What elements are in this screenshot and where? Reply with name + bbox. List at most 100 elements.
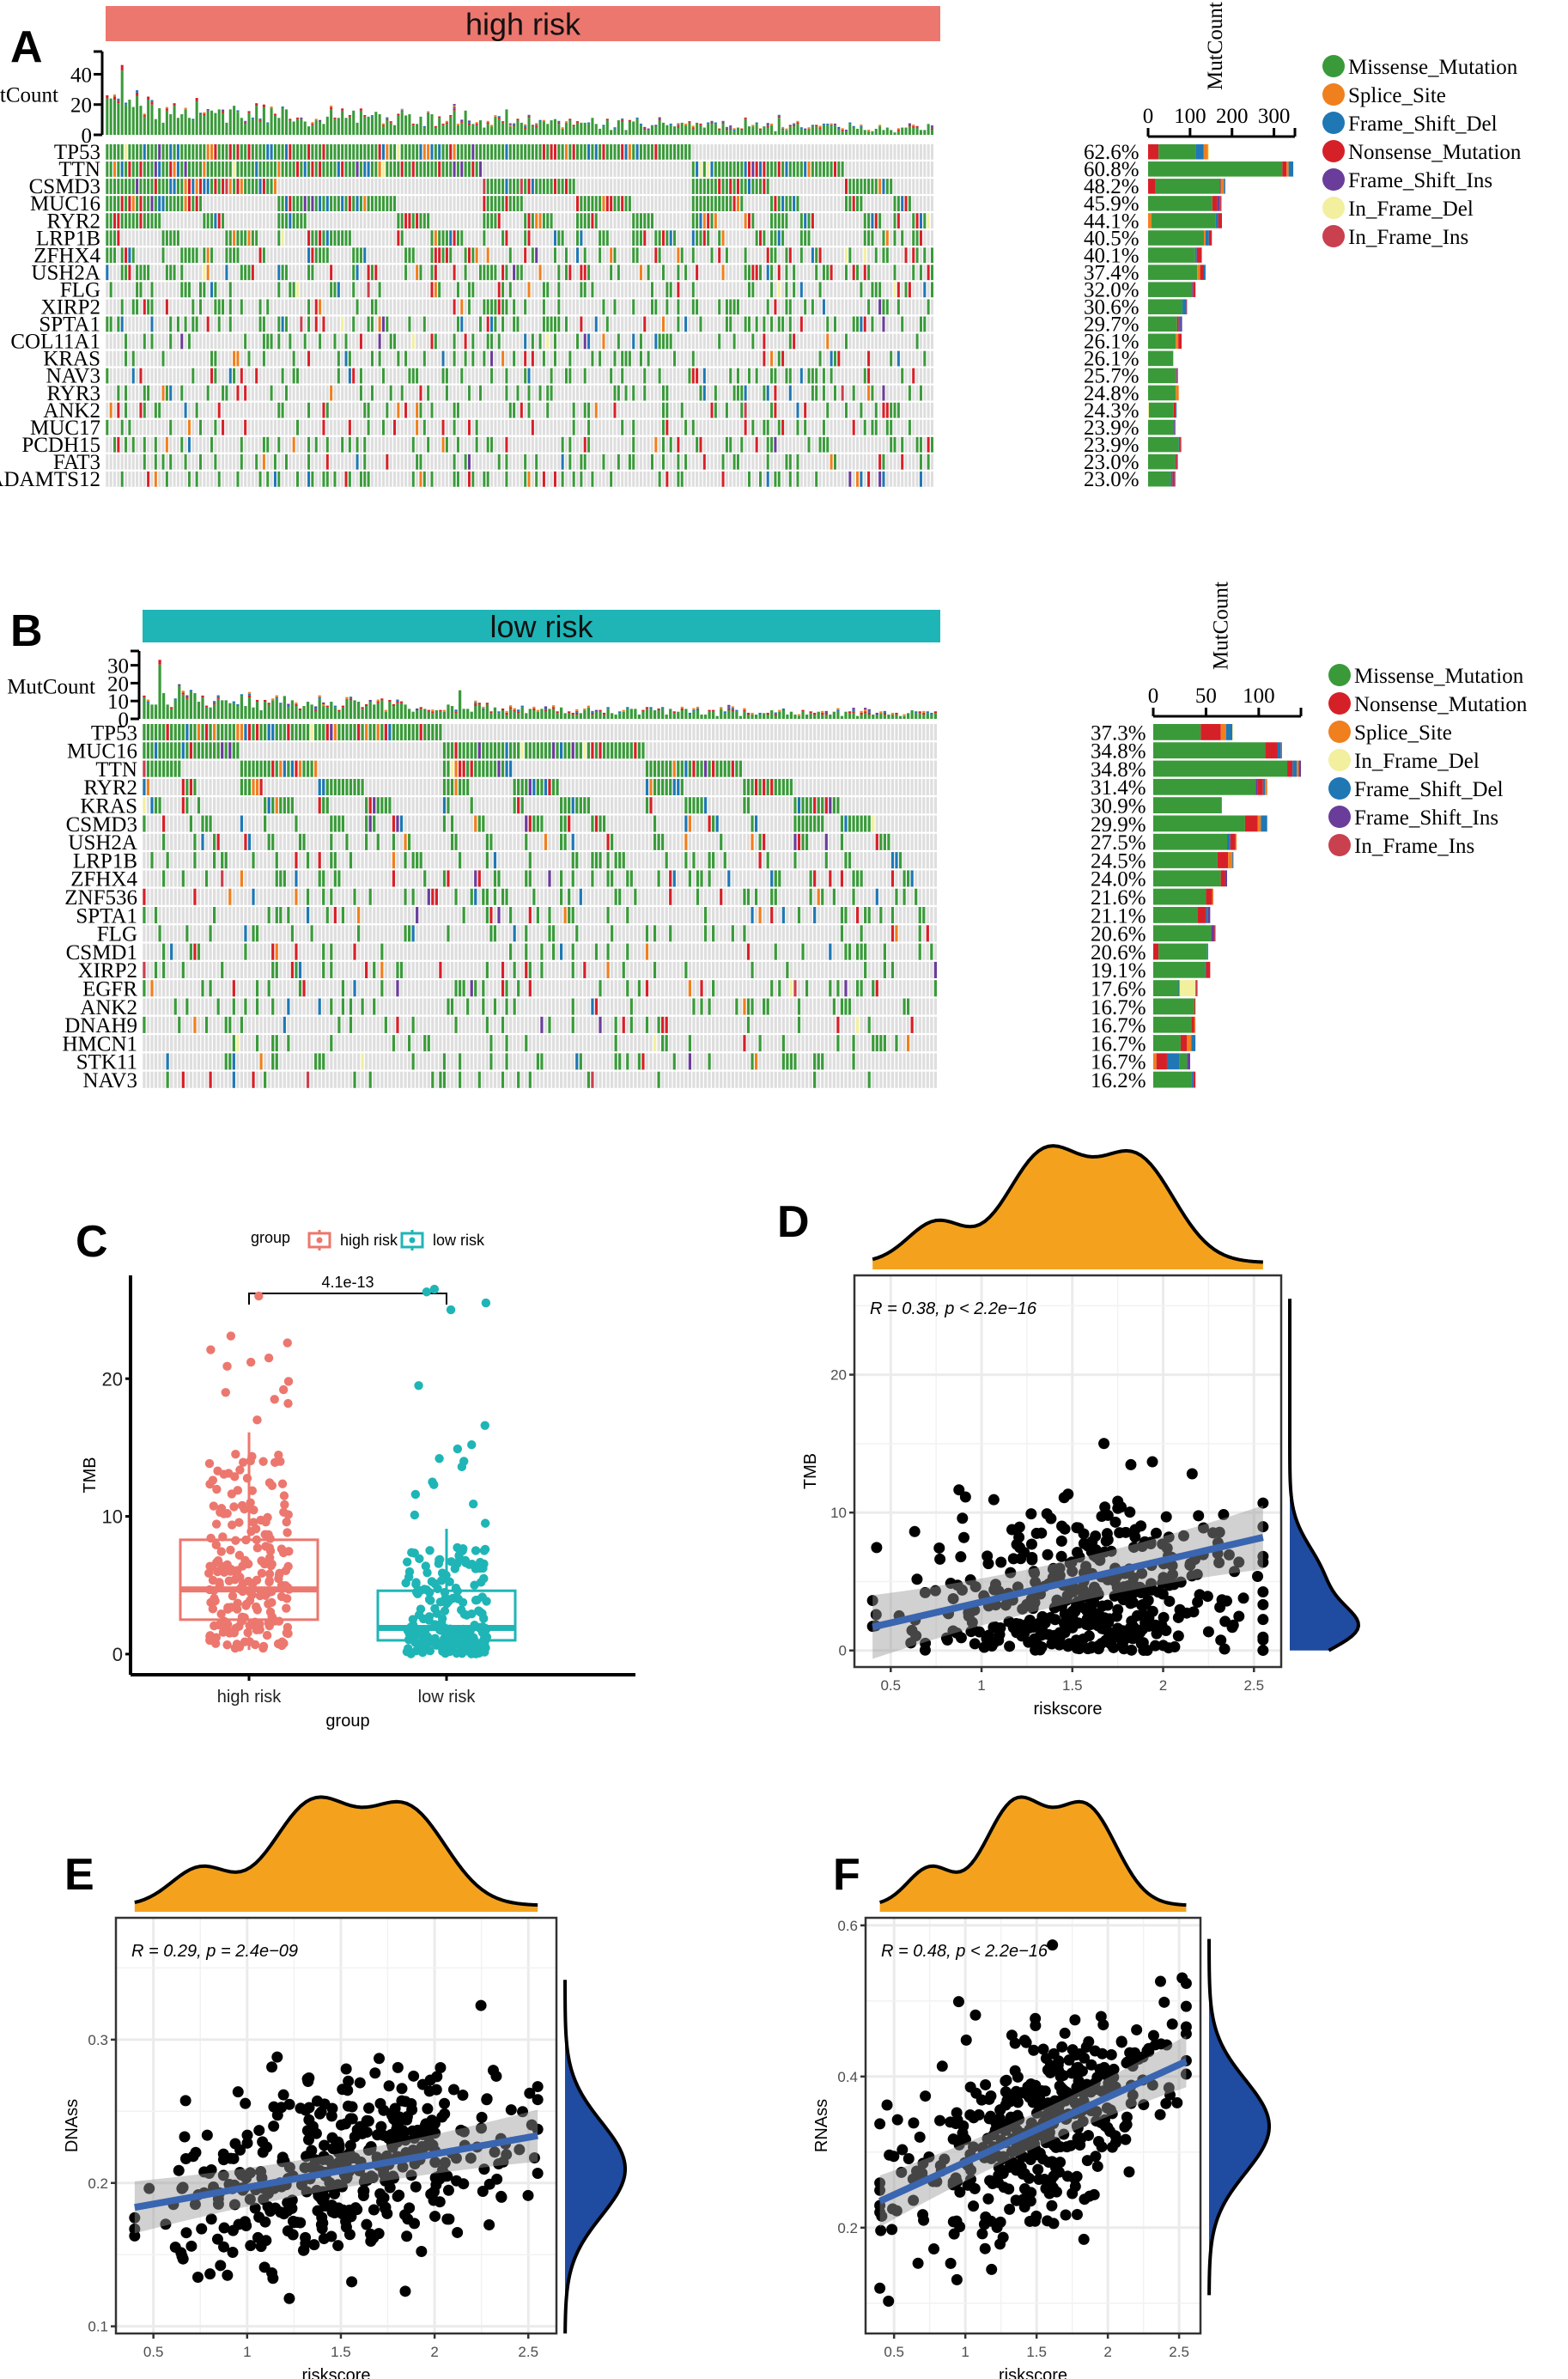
mutation-cell [161,161,165,177]
mutation-cell [125,385,128,401]
empty-cell [830,144,833,160]
empty-cell [131,419,135,435]
empty-cell [225,299,228,315]
empty-cell [896,247,900,264]
empty-cell [289,316,292,332]
empty-cell [244,471,247,487]
mutation-cell [923,282,927,298]
empty-cell [154,282,157,298]
empty-cell [583,419,586,435]
empty-cell [542,453,545,470]
gene-bar-segment [1148,436,1179,453]
mutation-cell [203,179,206,194]
mutation-cell [807,436,811,453]
mutation-cell [594,144,598,160]
empty-cell [830,419,833,435]
sample-bar-segment [755,122,758,125]
empty-cell [516,299,520,315]
empty-cell [710,368,714,384]
mutation-cell [508,247,512,264]
sample-bar-segment [871,131,874,135]
empty-cell [799,419,803,435]
mutation-cell [635,213,639,229]
empty-cell [381,385,386,401]
sample-bar-segment [184,107,187,110]
empty-cell [576,179,580,194]
empty-cell [896,144,900,160]
empty-cell [214,265,217,281]
empty-cell [270,453,273,470]
empty-cell [643,471,647,487]
mutation-cell [434,144,437,160]
mutation-cell [225,265,228,281]
empty-cell [535,265,538,281]
empty-cell [206,282,210,298]
mutation-cell [785,299,788,315]
mutation-cell [180,196,184,211]
empty-cell [602,161,605,177]
empty-cell [445,316,448,332]
empty-cell [807,179,811,194]
mutation-cell [467,282,471,298]
empty-cell [796,265,799,281]
mutation-cell [165,161,168,177]
mutation-cell [702,368,706,384]
mutation-cell [684,144,688,160]
mutation-cell [908,385,911,401]
mutation-cell [527,402,531,418]
empty-cell [901,299,904,315]
mutation-cell [136,179,139,194]
mutation-cell [516,196,520,211]
mutation-cell [281,213,284,229]
empty-cell [427,282,430,298]
mutation-cell [677,316,680,332]
empty-cell [333,419,337,435]
empty-cell [702,316,706,332]
mutation-cell [486,316,489,332]
mutation-cell [180,247,184,264]
empty-cell [736,333,739,350]
empty-cell [333,368,337,384]
sample-bar-segment [112,100,117,135]
mutation-cell [576,213,580,229]
empty-cell [591,161,594,177]
empty-cell [669,179,672,194]
mutation-cell [460,368,464,384]
mutation-cell [233,179,236,194]
mutation-cell [143,436,146,453]
mutation-cell [445,247,448,264]
empty-cell [841,402,844,418]
empty-cell [378,179,381,194]
empty-cell [128,385,131,401]
empty-cell [173,368,176,384]
mutation-cell [411,213,415,229]
mutation-cell [822,265,825,281]
empty-cell [747,333,751,350]
empty-cell [381,282,386,298]
sample-bar-segment [777,118,781,135]
empty-cell [520,385,523,401]
empty-cell [751,368,755,384]
empty-cell [416,179,419,194]
empty-cell [557,368,561,384]
empty-cell [513,419,516,435]
mutation-cell [169,453,173,470]
empty-cell [467,316,471,332]
empty-cell [699,368,702,384]
mutation-cell [691,230,695,246]
empty-cell [799,471,803,487]
empty-cell [191,333,195,350]
mutation-cell [374,299,378,315]
mutation-cell [303,333,307,350]
empty-cell [520,436,523,453]
mutation-cell [867,299,871,315]
empty-cell [233,402,236,418]
mutation-cell [295,144,300,160]
sample-bar-segment [467,125,471,135]
mutation-cell [677,282,680,298]
empty-cell [210,299,214,315]
empty-cell [505,402,508,418]
empty-cell [833,196,836,211]
sample-bar-segment [180,114,184,135]
empty-cell [273,299,277,315]
